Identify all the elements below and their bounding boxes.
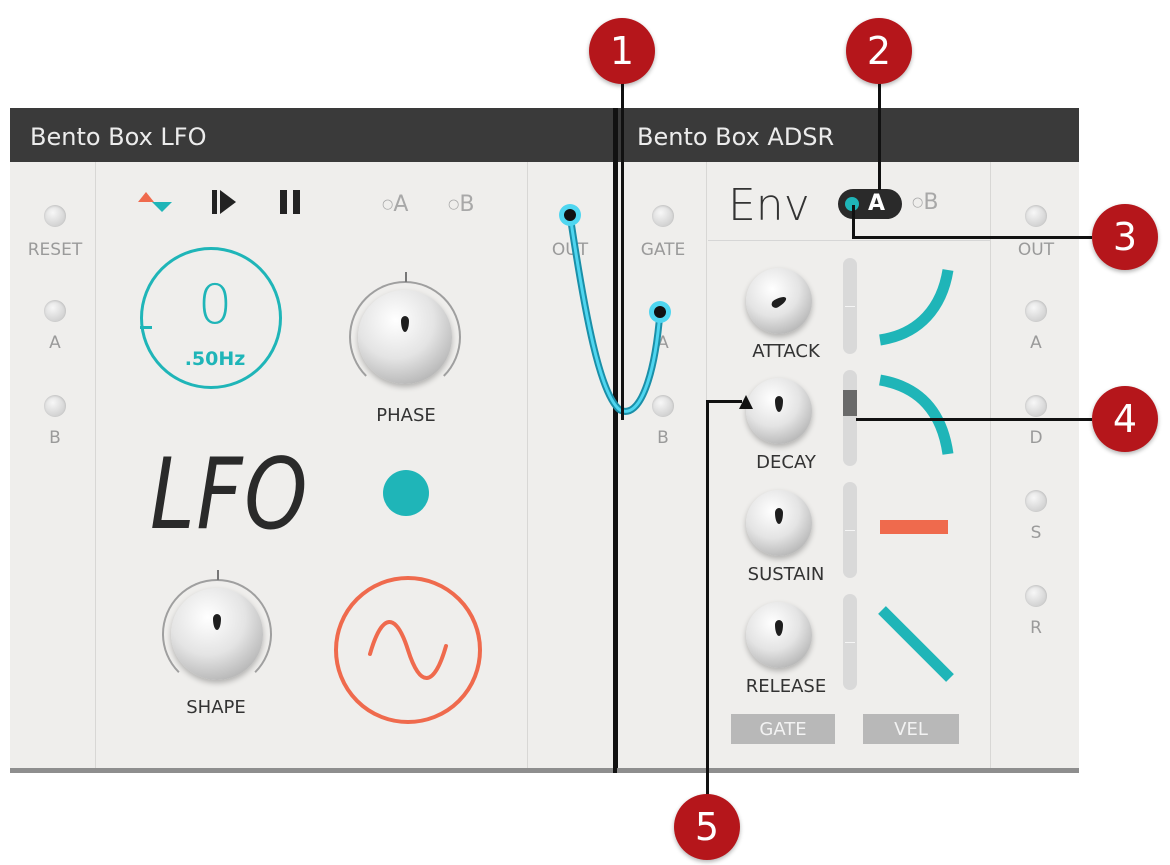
lfo-option-b-label: B — [459, 192, 475, 217]
rate-value: 0 — [197, 273, 233, 336]
attack-knob[interactable] — [746, 268, 812, 334]
sustain-label: SUSTAIN — [747, 564, 825, 585]
adsr-out-label: OUT — [1017, 240, 1055, 260]
callout-line-3a — [852, 205, 855, 239]
release-label: RELEASE — [745, 676, 827, 697]
release-mod-slot[interactable] — [843, 594, 857, 690]
decay-knob[interactable] — [746, 378, 812, 444]
phase-label: PHASE — [376, 405, 436, 426]
reset-label: RESET — [27, 240, 83, 260]
lfo-activity-indicator — [383, 470, 429, 516]
adsr-r-output-jack[interactable] — [1025, 585, 1047, 607]
env-option-b[interactable]: ○B — [912, 190, 938, 215]
callout-line-5a — [706, 400, 709, 800]
adsr-d-output-jack[interactable] — [1025, 395, 1047, 417]
rate-unit: .50Hz — [184, 348, 246, 370]
callout-line-3b — [852, 236, 1092, 239]
lfo-bottom-edge — [10, 768, 613, 773]
adsr-a-output-jack[interactable] — [1025, 300, 1047, 322]
pause-icon[interactable] — [278, 188, 304, 216]
adsr-d-output-label: D — [1029, 428, 1043, 448]
sustain-mod-slot[interactable] — [843, 482, 857, 578]
lfo-b-input-jack[interactable] — [44, 395, 66, 417]
decay-label: DECAY — [756, 452, 816, 473]
env-option-b-label: B — [923, 190, 939, 215]
decay-mod-active — [843, 390, 857, 416]
callout-line-4 — [856, 418, 1092, 421]
lfo-module — [10, 108, 613, 773]
gate-mode-button[interactable]: GATE — [731, 714, 835, 744]
phase-knob[interactable] — [349, 272, 461, 393]
attack-curve-icon — [879, 268, 954, 346]
env-option-a-label: A — [868, 191, 886, 216]
release-curve-icon — [878, 606, 954, 682]
callout-badge-5: 5 — [674, 794, 740, 860]
decay-mod-slot[interactable] — [843, 370, 857, 466]
adsr-s-output-label: S — [1030, 523, 1042, 543]
adsr-out-jack[interactable] — [1025, 205, 1047, 227]
attack-mod-slot[interactable] — [843, 258, 857, 354]
adsr-r-output-label: R — [1030, 618, 1042, 638]
adsr-output-divider — [990, 162, 991, 768]
vel-mode-button[interactable]: VEL — [863, 714, 959, 744]
direction-arrows-icon[interactable] — [136, 188, 176, 218]
lfo-output-divider — [527, 162, 528, 768]
lfo-input-divider — [95, 162, 96, 768]
reset-input-jack[interactable] — [44, 205, 66, 227]
rate-dial-marker — [140, 326, 152, 329]
callout-line-2 — [878, 66, 881, 190]
attack-label: ATTACK — [752, 341, 820, 362]
lfo-option-a[interactable]: ○A — [382, 192, 408, 217]
decay-curve-icon — [878, 374, 954, 455]
adsr-bottom-edge — [617, 768, 1079, 773]
lfo-a-input-jack[interactable] — [44, 300, 66, 322]
lfo-a-label: A — [49, 333, 61, 353]
callout-line-1 — [621, 70, 624, 420]
shape-label: SHAPE — [186, 697, 246, 718]
release-knob[interactable] — [746, 602, 812, 668]
callout-badge-2: 2 — [846, 18, 912, 84]
shape-knob[interactable] — [162, 570, 272, 689]
lfo-name: LFO — [150, 438, 310, 552]
patch-cable[interactable] — [540, 195, 690, 425]
sustain-knob[interactable] — [746, 490, 812, 556]
sustain-level-icon — [880, 520, 948, 534]
lfo-option-a-label: A — [393, 192, 409, 217]
adsr-b-input-label: B — [657, 428, 669, 448]
lfo-title: Bento Box LFO — [10, 108, 613, 162]
env-option-a-toggle[interactable]: A — [838, 189, 902, 219]
adsr-title: Bento Box ADSR — [617, 108, 1079, 162]
adsr-s-output-jack[interactable] — [1025, 490, 1047, 512]
callout-badge-1: 1 — [589, 18, 655, 84]
lfo-b-label: B — [49, 428, 61, 448]
callout-badge-3: 3 — [1092, 204, 1158, 270]
play-icon[interactable] — [210, 188, 240, 216]
env-label: Env — [728, 180, 810, 231]
callout-badge-4: 4 — [1092, 386, 1158, 452]
env-header-rule — [708, 240, 990, 241]
sine-wave-icon[interactable] — [330, 572, 486, 728]
lfo-option-b[interactable]: ○B — [448, 192, 474, 217]
adsr-a-output-label: A — [1030, 333, 1042, 353]
callout-5-arrow-icon — [739, 395, 753, 409]
